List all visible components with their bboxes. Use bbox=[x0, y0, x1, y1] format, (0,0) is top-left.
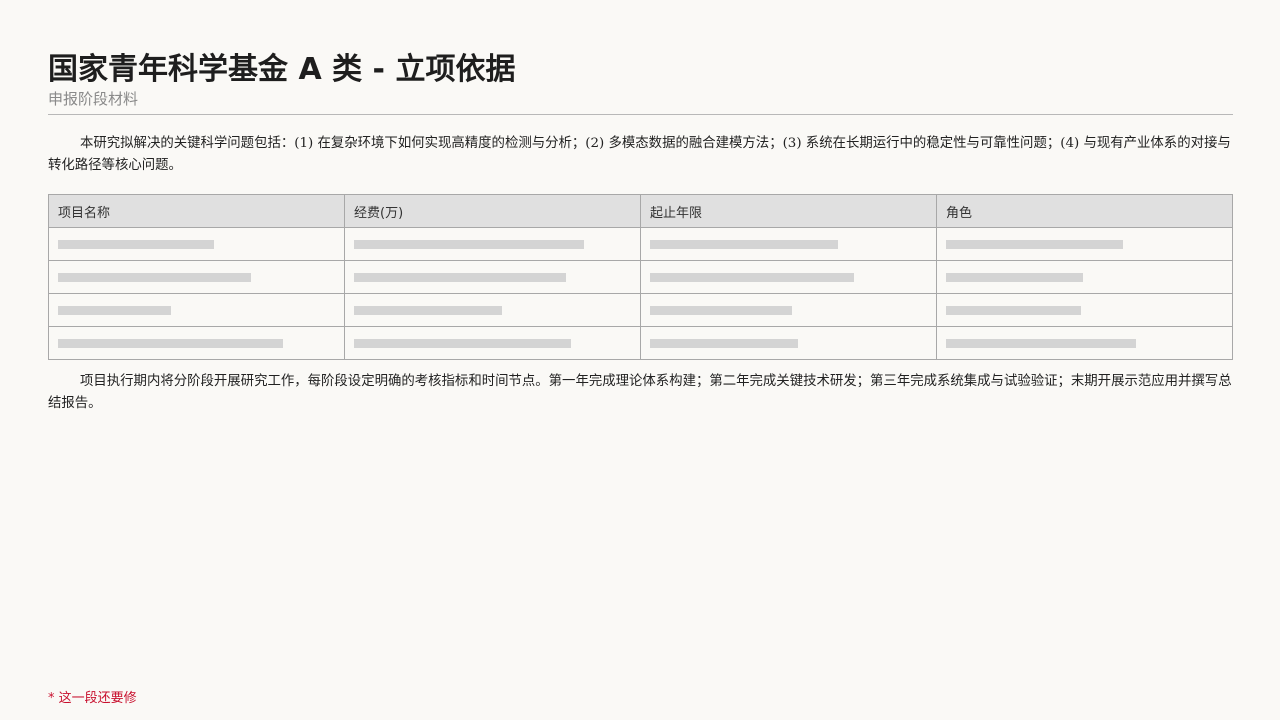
placeholder-bar bbox=[946, 338, 1136, 348]
placeholder-bar bbox=[354, 305, 502, 315]
placeholder-bar bbox=[58, 305, 171, 315]
table-cell bbox=[936, 293, 1233, 327]
table-cell bbox=[640, 227, 937, 261]
column-header-period: 起止年限 bbox=[640, 194, 937, 228]
table-cell bbox=[936, 227, 1233, 261]
column-header-role: 角色 bbox=[936, 194, 1233, 228]
table-cell bbox=[936, 326, 1233, 360]
table-cell bbox=[344, 326, 641, 360]
paragraph-key-questions: 本研究拟解决的关键科学问题包括：(1) 在复杂环境下如何实现高精度的检测与分析；… bbox=[48, 136, 1231, 173]
table-cell bbox=[344, 227, 641, 261]
table-cell bbox=[640, 260, 937, 294]
placeholder-bar bbox=[946, 305, 1081, 315]
placeholder-bar bbox=[650, 338, 798, 348]
placeholder-bar bbox=[58, 338, 283, 348]
table-cell bbox=[640, 326, 937, 360]
table-row bbox=[48, 260, 1233, 294]
placeholder-bar bbox=[650, 305, 792, 315]
placeholder-bar bbox=[58, 272, 251, 282]
placeholder-bar bbox=[354, 272, 566, 282]
table-cell bbox=[640, 293, 937, 327]
table-header-row: 项目名称 经费(万) 起止年限 角色 bbox=[48, 194, 1233, 228]
page-title: 国家青年科学基金 A 类 - 立项依据 bbox=[48, 52, 516, 87]
placeholder-bar bbox=[354, 239, 584, 249]
placeholder-bar bbox=[946, 272, 1083, 282]
table-cell bbox=[344, 260, 641, 294]
table-cell bbox=[48, 293, 345, 327]
table-row bbox=[48, 227, 1233, 261]
placeholder-bar bbox=[354, 338, 571, 348]
table-row bbox=[48, 326, 1233, 360]
projects-table: 项目名称 经费(万) 起止年限 角色 bbox=[48, 194, 1233, 360]
placeholder-bar bbox=[650, 239, 838, 249]
table-body bbox=[48, 227, 1233, 360]
paragraph-schedule: 项目执行期内将分阶段开展研究工作，每阶段设定明确的考核指标和时间节点。第一年完成… bbox=[48, 374, 1232, 411]
column-header-project-name: 项目名称 bbox=[48, 194, 345, 228]
placeholder-bar bbox=[650, 272, 854, 282]
table-cell bbox=[936, 260, 1233, 294]
column-header-funding: 经费(万) bbox=[344, 194, 641, 228]
placeholder-bar bbox=[58, 239, 214, 249]
table-cell bbox=[48, 227, 345, 261]
footnote-note: * 这一段还要修 bbox=[48, 691, 137, 706]
document-page: 国家青年科学基金 A 类 - 立项依据 申报阶段材料 本研究拟解决的关键科学问题… bbox=[48, 50, 1233, 415]
table-cell bbox=[48, 326, 345, 360]
table-row bbox=[48, 293, 1233, 327]
page-subtitle: 申报阶段材料 bbox=[48, 90, 1233, 115]
table-cell bbox=[48, 260, 345, 294]
placeholder-bar bbox=[946, 239, 1123, 249]
table-cell bbox=[344, 293, 641, 327]
